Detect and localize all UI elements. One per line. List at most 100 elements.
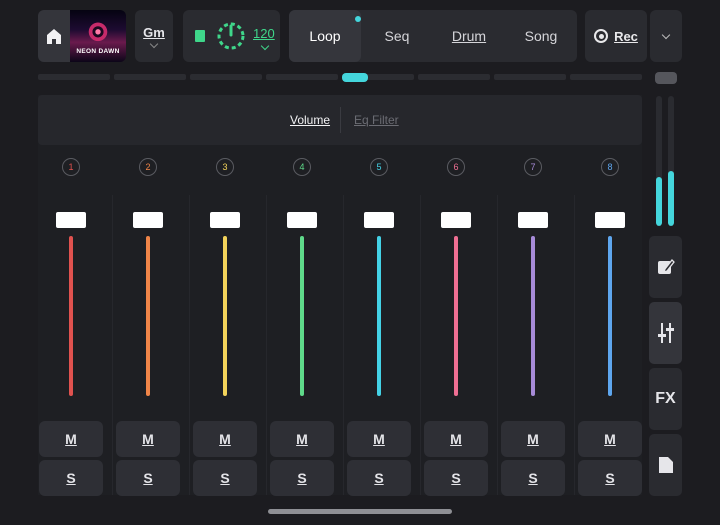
channel-strip-5: 5 M S [346, 145, 420, 496]
volume-fader-handle[interactable] [210, 212, 240, 228]
volume-fader-track[interactable] [146, 236, 150, 396]
solo-button[interactable]: S [501, 460, 565, 496]
stop-button[interactable] [195, 30, 205, 42]
channel-divider [266, 195, 267, 495]
page-segment[interactable] [494, 74, 566, 80]
edit-icon [657, 259, 675, 274]
tempo-dial-icon[interactable] [216, 21, 246, 51]
page-indicator-active[interactable] [342, 73, 368, 82]
channel-divider [420, 195, 421, 495]
channel-number: 1 [62, 158, 80, 176]
page-segment[interactable] [266, 74, 338, 80]
tab-drum-label: Drum [451, 28, 487, 44]
volume-fader-track[interactable] [223, 236, 227, 396]
scroll-thumb[interactable] [655, 72, 677, 84]
mute-button[interactable]: M [193, 421, 257, 457]
home-indicator[interactable] [268, 509, 452, 514]
volume-fader-track[interactable] [608, 236, 612, 396]
volume-fader-track[interactable] [531, 236, 535, 396]
home-icon [47, 28, 61, 44]
tab-seq[interactable]: Seq [361, 10, 433, 62]
fx-button[interactable]: FX [649, 368, 682, 430]
solo-button[interactable]: S [424, 460, 488, 496]
page-segment[interactable] [38, 74, 110, 80]
channel-number: 4 [293, 158, 311, 176]
mixer-tab-bar: Volume Eq Filter [38, 95, 642, 145]
channel-strip-6: 6 M S [423, 145, 497, 496]
page-segment[interactable] [418, 74, 490, 80]
volume-fader-track[interactable] [377, 236, 381, 396]
tempo-value[interactable]: 120 [253, 26, 275, 41]
tab-song[interactable]: Song [505, 10, 577, 62]
home-button[interactable] [38, 10, 70, 62]
record-button[interactable]: Rec [585, 10, 647, 62]
channel-strip-8: 8 M S [577, 145, 651, 496]
tab-seq-label: Seq [384, 28, 410, 44]
tab-loop-label: Loop [309, 28, 341, 44]
tab-eq-filter[interactable]: Eq Filter [354, 113, 399, 127]
volume-fader-handle[interactable] [441, 212, 471, 228]
edit-button[interactable] [649, 236, 682, 298]
fx-label: FX [655, 390, 676, 407]
output-meter-right [668, 96, 674, 226]
solo-button[interactable]: S [39, 460, 103, 496]
volume-fader-track[interactable] [454, 236, 458, 396]
channel-strip-1: 1 M S [38, 145, 112, 496]
album-art[interactable]: NEON DAWN [70, 10, 126, 62]
channel-divider [343, 195, 344, 495]
channel-number: 5 [370, 158, 388, 176]
key-label: Gm [143, 25, 165, 40]
files-button[interactable] [649, 434, 682, 496]
mute-button[interactable]: M [39, 421, 103, 457]
channel-divider [112, 195, 113, 495]
volume-fader-track[interactable] [300, 236, 304, 396]
channel-number: 2 [139, 158, 157, 176]
mute-button[interactable]: M [424, 421, 488, 457]
channel-strip-2: 2 M S [115, 145, 189, 496]
mute-button[interactable]: M [116, 421, 180, 457]
album-art-text: NEON DAWN [76, 48, 120, 55]
page-segment[interactable] [190, 74, 262, 80]
tab-divider [340, 107, 341, 133]
volume-fader-handle[interactable] [595, 212, 625, 228]
app-window: NEON DAWN Gm 120 Loop Seq Drum Song Rec … [0, 0, 720, 525]
page-segment[interactable] [114, 74, 186, 80]
volume-fader-handle[interactable] [133, 212, 163, 228]
page-segment[interactable] [570, 74, 642, 80]
expand-menu-button[interactable] [650, 10, 682, 62]
mixer-panel: Volume Eq Filter 1 M S 2 M S 3 M S 4 M S… [38, 95, 642, 496]
mute-button[interactable]: M [501, 421, 565, 457]
key-selector[interactable]: Gm [135, 10, 173, 62]
mixer-sliders-icon [657, 323, 674, 343]
tab-drum[interactable]: Drum [433, 10, 505, 62]
volume-fader-handle[interactable] [287, 212, 317, 228]
meter-fill [656, 176, 662, 226]
tab-loop[interactable]: Loop [289, 10, 361, 62]
tab-volume[interactable]: Volume [290, 113, 330, 127]
chevron-down-icon [149, 39, 159, 49]
solo-button[interactable]: S [578, 460, 642, 496]
folder-icon [658, 457, 673, 473]
volume-fader-handle[interactable] [518, 212, 548, 228]
chevron-down-icon [260, 41, 270, 51]
channel-number: 3 [216, 158, 234, 176]
mute-button[interactable]: M [347, 421, 411, 457]
volume-fader-track[interactable] [69, 236, 73, 396]
channel-number: 8 [601, 158, 619, 176]
volume-fader-handle[interactable] [364, 212, 394, 228]
solo-button[interactable]: S [193, 460, 257, 496]
record-label: Rec [614, 28, 638, 44]
solo-button[interactable]: S [270, 460, 334, 496]
volume-fader-handle[interactable] [56, 212, 86, 228]
mute-button[interactable]: M [578, 421, 642, 457]
tab-song-label: Song [524, 28, 558, 44]
solo-button[interactable]: S [347, 460, 411, 496]
solo-button[interactable]: S [116, 460, 180, 496]
mixer-button[interactable] [649, 302, 682, 364]
channel-divider [574, 195, 575, 495]
chevron-down-icon [661, 30, 671, 39]
mute-button[interactable]: M [270, 421, 334, 457]
mode-tabs: Loop Seq Drum Song [289, 10, 577, 62]
channel-divider [497, 195, 498, 495]
channel-divider [189, 195, 190, 495]
